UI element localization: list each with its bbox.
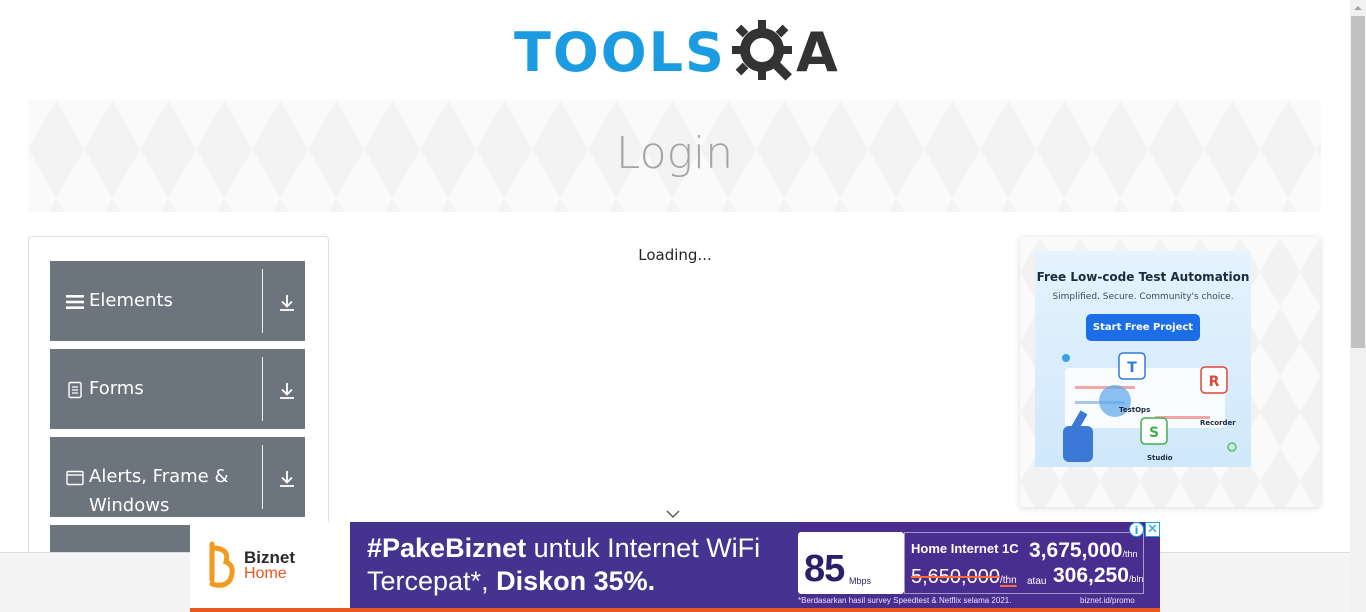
price-month: 306,250/bln <box>1053 564 1143 588</box>
ad-headline-rest: untuk Internet WiFi <box>526 533 761 563</box>
window-icon <box>66 470 84 486</box>
ad-headline2-a: Tercepat*, <box>367 566 497 596</box>
divider <box>262 357 263 421</box>
speed-badge: 85 Mbps <box>798 532 904 594</box>
old-price: 5,650,000/thn <box>911 566 1017 589</box>
svg-text:T: T <box>1127 360 1137 376</box>
old-per: /thn <box>999 575 1017 586</box>
old-price-value: 5,650,000 <box>911 566 1000 588</box>
bottom-advertisement[interactable]: Biznet Home #PakeBiznet untuk Internet W… <box>190 522 1160 612</box>
price-year: 3,675,000/thn <box>1029 539 1137 563</box>
ad-card[interactable]: Free Low-code Test Automation Simplified… <box>1035 251 1251 467</box>
ad-subtitle: Simplified. Secure. Community's choice. <box>1052 292 1234 302</box>
gear-magnifier-icon <box>731 20 792 81</box>
price-box: Home Internet 1C 3,675,000/thn 5,650,000… <box>904 532 1144 594</box>
logo-text: TOOLS <box>514 21 726 84</box>
loading-text: Loading... <box>638 246 712 264</box>
ad-close-button[interactable]: ✕ <box>1145 522 1160 537</box>
svg-text:S: S <box>1149 425 1159 441</box>
scroll-up-arrow-icon[interactable] <box>1350 0 1366 16</box>
logo-letter: A <box>795 21 838 84</box>
divider <box>262 269 263 333</box>
per-month: /bln <box>1128 574 1144 584</box>
recorder-label: Recorder <box>1200 419 1236 427</box>
ad-headline-line1: #PakeBiznet untuk Internet WiFi <box>367 533 760 564</box>
nav-group-label: Forms <box>89 378 144 399</box>
price-month-value: 306,250 <box>1053 564 1129 587</box>
nav-group-alerts-frame-windows[interactable]: Alerts, Frame & Windows <box>50 437 305 517</box>
or-label: atau <box>1027 576 1047 587</box>
download-arrow-icon[interactable] <box>277 469 297 489</box>
nav-group-label: Elements <box>89 290 173 311</box>
ad-info-icon[interactable]: i <box>1129 522 1144 537</box>
nav-group-elements[interactable]: Elements <box>50 261 305 341</box>
nav-group-label: Alerts, Frame & Windows <box>89 466 229 516</box>
plan-name: Home Internet 1C <box>911 541 1019 556</box>
ad-accent-strip <box>190 608 1160 612</box>
ad-headline-line2: Tercepat*, Diskon 35%. <box>367 566 655 597</box>
start-free-project-button[interactable]: Start Free Project <box>1086 314 1200 341</box>
divider <box>262 445 263 509</box>
biznet-b-icon <box>209 541 235 588</box>
speed-unit: Mbps <box>849 576 872 586</box>
toolsqa-logo[interactable]: TOOLS A <box>514 14 839 92</box>
speed-value: 85 <box>804 548 845 590</box>
price-year-value: 3,675,000 <box>1029 539 1123 562</box>
page-title: Login <box>615 128 734 179</box>
chevron-down-icon[interactable] <box>665 508 681 520</box>
ad-link[interactable]: biznet.id/promo <box>1080 596 1135 605</box>
svg-text:R: R <box>1209 374 1220 390</box>
site-header: TOOLS A <box>0 0 1350 100</box>
studio-label: Studio <box>1147 454 1173 462</box>
ad-hashtag: #PakeBiznet <box>367 533 527 563</box>
document-icon <box>68 381 82 399</box>
ad-headline-area: #PakeBiznet untuk Internet WiFi Tercepat… <box>350 522 800 612</box>
biznet-logo: Biznet Home <box>190 522 350 612</box>
ad-discount: Diskon 35%. <box>496 566 656 596</box>
brand-sub: Home <box>244 565 287 582</box>
page-banner: Login <box>28 100 1321 212</box>
per-year: /thn <box>1122 549 1138 559</box>
left-nav-panel: Elements Forms Alerts, Frame & Windows <box>28 236 329 566</box>
download-arrow-icon[interactable] <box>277 381 297 401</box>
nav-group-forms[interactable]: Forms <box>50 349 305 429</box>
scrollbar-thumb[interactable] <box>1351 16 1365 348</box>
hamburger-icon <box>66 295 84 309</box>
ad-title: Free Low-code Test Automation <box>1036 270 1250 284</box>
side-advertisement[interactable]: Free Low-code Test Automation Simplified… <box>1020 237 1320 507</box>
download-arrow-icon[interactable] <box>277 293 297 313</box>
testops-label: TestOps <box>1119 406 1151 414</box>
ad-disclaimer: *Berdasarkan hasil survey Speedtest & Ne… <box>798 596 1012 605</box>
